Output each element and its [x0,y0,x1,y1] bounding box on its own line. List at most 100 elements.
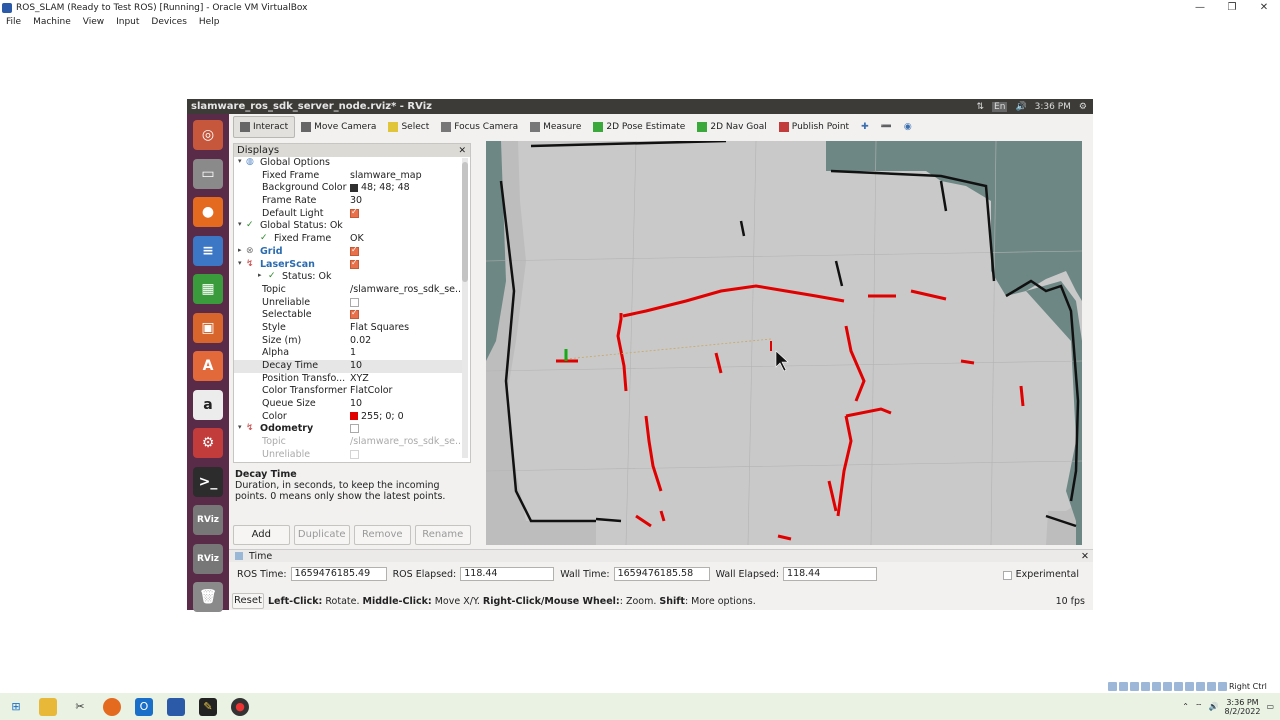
shared-folder-icon[interactable] [1163,681,1172,691]
color-swatch[interactable] [350,183,358,192]
display-row[interactable]: Alpha 1 [234,347,462,360]
display-row[interactable]: Position Transfo... XYZ [234,373,462,386]
display-row[interactable]: Fixed Frame slamware_map [234,170,462,183]
close-panel-icon[interactable]: ✕ [458,146,466,156]
display-row[interactable]: ▸ ✓ Status: Ok [234,271,462,284]
view-options-icon[interactable]: ◉ [898,116,918,138]
display-row[interactable]: Frame Rate 30 [234,195,462,208]
display-row[interactable]: Unreliable [234,449,462,462]
display-row[interactable]: ▾ ↯ LaserScan [234,258,462,272]
close-time-panel-icon[interactable]: ✕ [1081,551,1089,562]
menu-view[interactable]: View [77,15,110,30]
wall-elapsed-field[interactable]: 118.44 [783,567,878,581]
display-row[interactable]: ▸ ⊗ Grid [234,245,462,259]
property-checkbox[interactable] [350,245,359,256]
expand-arrow-icon[interactable]: ▾ [238,259,242,267]
property-checkbox[interactable] [350,297,359,307]
display-row[interactable]: Background Color 48; 48; 48 [234,182,462,195]
property-value[interactable]: 48; 48; 48 [350,182,410,193]
display-row[interactable]: Color 255; 0; 0 [234,411,462,424]
speaker-icon[interactable]: 🔊 [1209,702,1219,711]
firefox-taskbar-icon[interactable] [103,697,121,716]
menu-help[interactable]: Help [193,15,226,30]
rviz-icon-2[interactable]: RViz [193,543,223,574]
property-checkbox[interactable] [350,424,359,434]
display-row[interactable]: Size (m) 0.02 [234,335,462,348]
zoom-out-icon[interactable]: ➖ [875,116,898,138]
keyboard-capture-icon[interactable] [1218,681,1227,691]
property-value[interactable]: /slamware_ros_sdk_se... [350,284,462,295]
rviz-icon[interactable]: RViz [193,505,223,535]
minimize-button[interactable]: — [1184,2,1216,13]
property-value[interactable]: slamware_map [350,170,422,181]
display-row[interactable]: Topic/slamware_ros_sdk_se... [234,436,462,449]
ros-elapsed-field[interactable]: 118.44 [460,567,555,581]
virtualbox-taskbar-icon[interactable] [167,697,185,716]
tool-interact[interactable]: Interact [233,116,296,138]
display-row[interactable]: ▾ ◍ Global Options [234,157,462,170]
property-checkbox[interactable] [350,449,359,459]
display-icon[interactable] [1174,681,1183,691]
menu-input[interactable]: Input [110,15,145,30]
render-viewport[interactable] [486,141,1082,545]
reset-button[interactable]: Reset [232,593,264,609]
property-value[interactable]: 1 [350,347,356,358]
add-tool-icon[interactable]: ✚ [855,116,875,138]
network-status-icon[interactable] [1141,681,1150,691]
software-center-icon[interactable]: A [193,351,223,381]
property-value[interactable]: 10 [350,360,362,371]
ros-time-field[interactable]: 1659476185.49 [290,567,387,581]
property-value[interactable]: 255; 0; 0 [350,411,404,422]
volume-icon[interactable]: 🔊 [1015,102,1026,112]
keyboard-language[interactable]: En [992,101,1008,112]
windows-clock[interactable]: 3:36 PM 8/2/2022 [1225,698,1261,716]
recording-icon[interactable] [1185,681,1194,691]
property-checkbox[interactable] [350,258,359,269]
tool-publish-point[interactable]: Publish Point [773,116,855,138]
tool-2d-nav-goal[interactable]: 2D Nav Goal [691,116,772,138]
ubuntu-logo-icon[interactable]: ◎ [193,120,223,150]
duplicate-button[interactable]: Duplicate [293,525,350,545]
display-row[interactable]: ▾ ↯ Odometry [234,423,462,436]
property-value[interactable] [350,297,359,307]
audio-icon[interactable] [1130,681,1139,691]
guest-clock[interactable]: 3:36 PM [1035,102,1071,112]
display-row[interactable]: Color Transformer FlatColor [234,385,462,398]
notifications-icon[interactable]: ▭ [1266,702,1274,711]
display-row[interactable]: Topic/slamware_ros_sdk_se... [234,284,462,297]
property-checkbox[interactable] [350,308,359,320]
optical-icon[interactable] [1119,681,1128,691]
add-button[interactable]: Add [233,525,290,545]
tool-2d-pose-estimate[interactable]: 2D Pose Estimate [587,116,691,138]
display-row[interactable]: Unreliable [234,297,462,310]
writer-icon[interactable]: ≡ [193,235,223,266]
tool-measure[interactable]: Measure [524,116,587,138]
mouse-integration-icon[interactable] [1207,681,1216,691]
color-swatch[interactable] [350,412,358,421]
settings-icon[interactable]: ⚙ [193,428,223,458]
terminal-icon[interactable]: >_ [193,466,223,497]
experimental-checkbox[interactable] [1002,570,1012,580]
property-value[interactable] [350,423,359,434]
property-value[interactable]: 10 [350,398,362,409]
display-row[interactable]: ✓ Fixed Frame OK [234,233,462,246]
rename-button[interactable]: Rename [414,525,471,545]
impress-icon[interactable]: ▣ [193,312,223,343]
property-value[interactable]: XYZ [350,373,369,384]
snipping-tool-icon[interactable]: ✂ [71,698,89,716]
display-row[interactable]: Selectable [234,308,462,322]
property-value[interactable] [350,245,359,256]
wifi-icon[interactable]: ⌔ [1195,702,1203,712]
property-value[interactable] [350,308,359,320]
windows-start-icon[interactable]: ⊞ [7,698,25,716]
display-row[interactable]: Queue Size 10 [234,398,462,411]
outlook-icon[interactable]: O [135,697,153,716]
remove-button[interactable]: Remove [354,525,411,545]
editor-taskbar-icon[interactable]: ✎ [199,697,217,716]
trash-icon[interactable]: 🗑 [193,582,223,612]
display-row[interactable]: Decay Time 10 [234,360,462,373]
network-icon[interactable]: ⇅ [977,102,985,112]
cpu-icon[interactable] [1196,681,1205,691]
menu-machine[interactable]: Machine [27,15,77,30]
close-button[interactable]: ✕ [1248,2,1280,13]
